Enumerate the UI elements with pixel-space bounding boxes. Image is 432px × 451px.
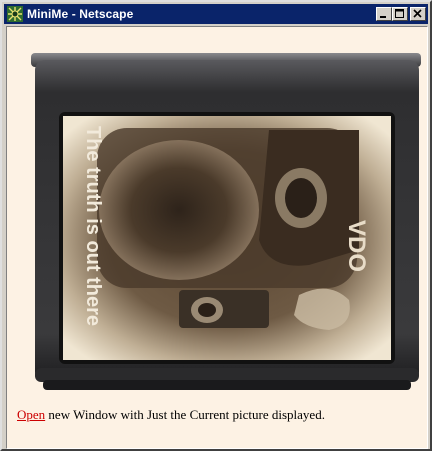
overlay-text: The truth is out there: [82, 126, 104, 326]
minimize-icon: [380, 16, 386, 18]
close-button[interactable]: [410, 7, 426, 21]
netscape-app-icon: [7, 6, 23, 22]
browser-window: MiniMe - Netscape VDO The truth is out t…: [0, 0, 432, 451]
close-icon: [413, 9, 422, 18]
title-bar[interactable]: MiniMe - Netscape: [4, 4, 428, 24]
caption-text: Open new Window with Just the Current pi…: [17, 407, 325, 423]
minimize-button[interactable]: [376, 7, 392, 21]
maximize-icon: [395, 9, 404, 18]
tv-picture[interactable]: VDO The truth is out there: [29, 50, 425, 398]
caption-rest: new Window with Just the Current picture…: [45, 407, 325, 422]
maximize-button[interactable]: [392, 7, 408, 21]
device-label: VDO: [343, 220, 370, 272]
page-content: VDO The truth is out there Open new Wind…: [6, 26, 428, 449]
open-link[interactable]: Open: [17, 407, 45, 422]
window-title: MiniMe - Netscape: [27, 7, 134, 21]
